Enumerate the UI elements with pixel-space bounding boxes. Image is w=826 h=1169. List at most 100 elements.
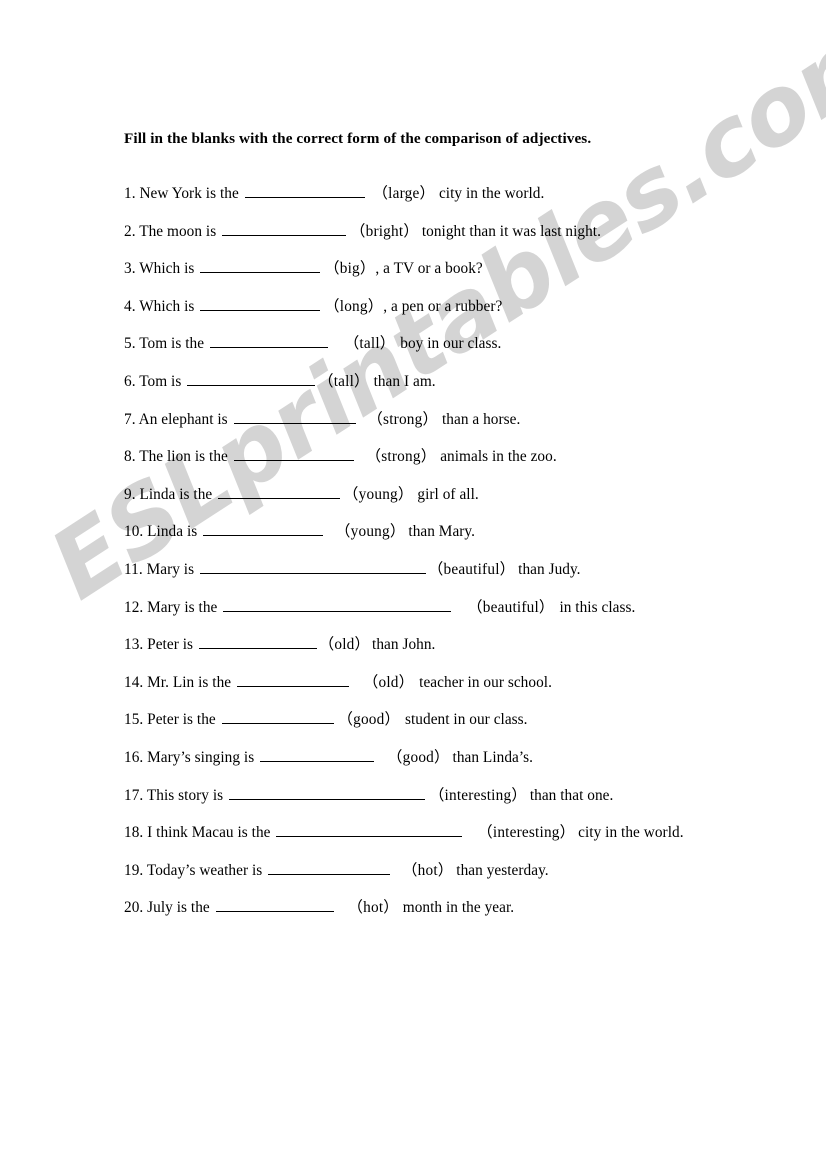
question-number: 9. bbox=[124, 485, 136, 503]
question-row: 11. Mary is （beautiful） than Judy. bbox=[124, 559, 814, 597]
adjective-hint: （interesting） bbox=[477, 824, 576, 842]
question-number: 15. bbox=[124, 711, 144, 729]
adjective-hint: （tall） bbox=[343, 335, 396, 353]
question-number: 16. bbox=[124, 748, 144, 766]
question-text-before-blank: Linda is the bbox=[139, 485, 213, 503]
answer-blank[interactable] bbox=[209, 334, 328, 349]
answer-blank[interactable] bbox=[221, 710, 334, 725]
question-text-after-blank: , a pen or a rubber? bbox=[383, 297, 503, 315]
question-text-before-blank: The moon is bbox=[139, 222, 217, 240]
answer-blank[interactable] bbox=[200, 297, 321, 311]
question-text-after-blank: than that one. bbox=[529, 786, 614, 804]
answer-blank[interactable] bbox=[233, 410, 356, 424]
adjective-hint: （beautiful） bbox=[467, 598, 555, 616]
question-number: 1. bbox=[124, 185, 136, 202]
adjective-hint: （young） bbox=[335, 523, 406, 541]
worksheet-content: Fill in the blanks with the correct form… bbox=[0, 0, 826, 1169]
question-row: 2. The moon is （bright） tonight than it w… bbox=[124, 221, 814, 259]
question-row: 12. Mary is the （beautiful） in this class… bbox=[124, 597, 814, 635]
worksheet-page: ESLprintables.com Fill in the blanks wit… bbox=[0, 0, 826, 1169]
question-row: 15. Peter is the （good） student in our cl… bbox=[124, 709, 814, 747]
question-number: 19. bbox=[124, 861, 144, 879]
question-text-before-blank: Peter is the bbox=[147, 711, 216, 729]
question-number: 20. bbox=[124, 899, 144, 917]
answer-blank[interactable] bbox=[187, 372, 316, 386]
answer-blank[interactable] bbox=[200, 259, 321, 274]
question-text-after-blank: teacher in our school. bbox=[419, 673, 552, 691]
adjective-hint: （good） bbox=[337, 711, 400, 729]
question-row: 18. I think Macau is the （interesting） ci… bbox=[124, 822, 814, 860]
question-number: 3. bbox=[124, 260, 136, 278]
question-row: 13. Peter is （old） than John. bbox=[124, 634, 814, 672]
adjective-hint: （long） bbox=[324, 297, 384, 315]
question-number: 11. bbox=[124, 560, 143, 578]
question-text-before-blank: The lion is the bbox=[139, 448, 228, 466]
question-text-after-blank: than Judy. bbox=[518, 560, 581, 578]
question-text-before-blank: Mary is the bbox=[147, 598, 218, 616]
adjective-hint: （hot） bbox=[347, 899, 399, 917]
question-text-before-blank: Today’s weather is bbox=[146, 861, 263, 879]
question-text-before-blank: Linda is bbox=[147, 523, 198, 541]
question-text-before-blank: Mary’s singing is bbox=[147, 748, 255, 766]
adjective-hint: （large） bbox=[372, 185, 435, 202]
question-text-after-blank: boy in our class. bbox=[400, 335, 502, 353]
question-row: 17. This story is （interesting） than that… bbox=[124, 785, 814, 823]
answer-blank[interactable] bbox=[268, 861, 391, 875]
answer-blank[interactable] bbox=[218, 485, 341, 499]
question-text-before-blank: Which is bbox=[139, 297, 195, 315]
question-text-after-blank: tonight than it was last night. bbox=[421, 222, 601, 240]
question-text-after-blank: city in the world. bbox=[438, 185, 545, 202]
question-row: 1. New York is the （large） city in the wo… bbox=[124, 183, 814, 221]
question-number: 6. bbox=[124, 372, 136, 390]
answer-blank[interactable] bbox=[199, 560, 426, 574]
adjective-hint: （strong） bbox=[365, 448, 437, 466]
question-text-before-blank: Which is bbox=[139, 260, 195, 278]
question-row: 19. Today’s weather is （hot） than yesterd… bbox=[124, 860, 814, 898]
adjective-hint: （bright） bbox=[350, 222, 419, 240]
answer-blank[interactable] bbox=[198, 635, 317, 650]
answer-blank[interactable] bbox=[203, 522, 324, 537]
adjective-hint: （strong） bbox=[367, 410, 438, 428]
question-text-before-blank: Tom is the bbox=[139, 335, 205, 353]
question-text-before-blank: This story is bbox=[146, 786, 224, 804]
question-text-before-blank: Peter is bbox=[147, 636, 194, 654]
question-text-before-blank: July is the bbox=[147, 899, 210, 917]
answer-blank[interactable] bbox=[260, 748, 375, 762]
answer-blank[interactable] bbox=[244, 184, 365, 198]
answer-blank[interactable] bbox=[223, 598, 452, 612]
answer-blank[interactable] bbox=[229, 786, 426, 800]
question-row: 20. July is the （hot） month in the year. bbox=[124, 897, 814, 935]
question-row: 8. The lion is the （strong） animals in th… bbox=[124, 446, 814, 484]
answer-blank[interactable] bbox=[237, 673, 350, 687]
question-text-after-blank: than Linda’s. bbox=[452, 748, 534, 766]
question-number: 4. bbox=[124, 297, 136, 315]
question-text-before-blank: Mary is bbox=[146, 560, 195, 578]
question-number: 12. bbox=[124, 598, 144, 616]
question-text-after-blank: than Mary. bbox=[408, 523, 476, 541]
worksheet-instruction-title: Fill in the blanks with the correct form… bbox=[124, 130, 592, 147]
answer-blank[interactable] bbox=[276, 823, 463, 838]
question-text-after-blank: than a horse. bbox=[441, 410, 521, 428]
question-number: 10. bbox=[124, 523, 144, 541]
question-text-after-blank: , a TV or a book? bbox=[375, 260, 483, 278]
question-number: 8. bbox=[124, 448, 136, 466]
question-row: 5. Tom is the （tall） boy in our class. bbox=[124, 333, 814, 371]
question-text-after-blank: than yesterday. bbox=[456, 861, 549, 879]
adjective-hint: （interesting） bbox=[429, 786, 527, 804]
question-number: 13. bbox=[124, 636, 144, 654]
question-text-before-blank: I think Macau is the bbox=[147, 824, 271, 842]
question-number: 17. bbox=[124, 786, 144, 804]
question-number: 14. bbox=[124, 673, 144, 691]
answer-blank[interactable] bbox=[215, 898, 334, 913]
question-row: 4. Which is （long）, a pen or a rubber? bbox=[124, 296, 814, 334]
question-text-after-blank: student in our class. bbox=[405, 711, 528, 729]
answer-blank[interactable] bbox=[222, 222, 347, 236]
answer-blank[interactable] bbox=[233, 447, 354, 462]
question-text-before-blank: New York is the bbox=[139, 185, 239, 202]
question-row: 10. Linda is （young） than Mary. bbox=[124, 521, 814, 559]
question-text-after-blank: than John. bbox=[372, 636, 436, 654]
adjective-hint: （old） bbox=[318, 636, 371, 654]
question-text-before-blank: Mr. Lin is the bbox=[147, 673, 232, 691]
question-text-before-blank: An elephant is bbox=[138, 410, 228, 428]
adjective-hint: （hot） bbox=[402, 861, 454, 879]
